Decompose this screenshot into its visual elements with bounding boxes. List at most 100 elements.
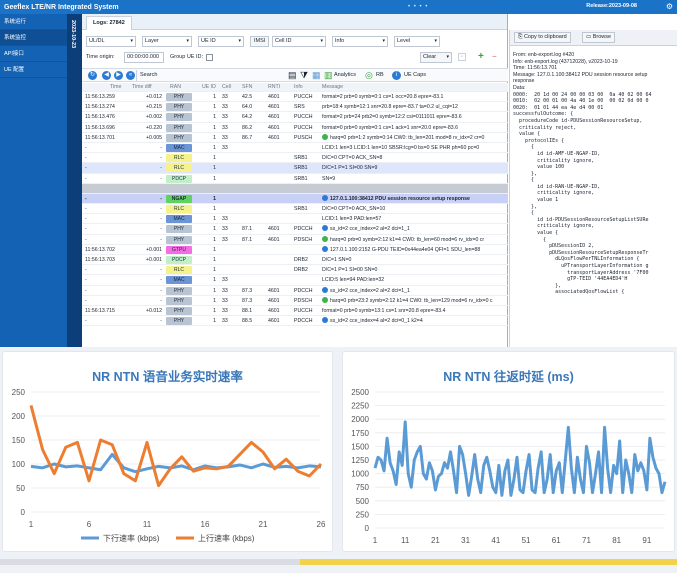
cell-message: ss_id=2 cce_index=4 al=2 dci=0_1 k2=4 xyxy=(322,316,508,326)
cell-cell: 33 xyxy=(222,124,228,131)
cell-sfn: 88.1 xyxy=(242,307,253,314)
chevron-down-icon: ▾ xyxy=(130,38,133,44)
column-header-cell[interactable]: Cell xyxy=(222,83,234,92)
table-row[interactable]: - - PDCP 1 SRB1 SN=9 xyxy=(82,174,508,184)
back-icon[interactable]: ◀ xyxy=(102,71,111,80)
filter-icon[interactable]: ⧩ xyxy=(300,70,308,81)
column-header-sfn[interactable]: SFN xyxy=(242,83,264,92)
table-row[interactable]: - - PHY 1 33 88.5 4601 PDCCH ss_id=2 cce_index=4… xyxy=(82,316,508,327)
message-status-icon xyxy=(322,317,328,324)
cell-message: format=0 prb=0 symb=0:1 cs=1 ack=1 snr=2… xyxy=(322,123,508,133)
column-header-ue-id[interactable]: UE ID xyxy=(202,83,216,92)
x-tick-label: 91 xyxy=(642,536,651,545)
table-row[interactable]: - - PHY 1 33 87.3 4601 PDCCH ss_id=2 cce_index=2… xyxy=(82,286,508,296)
browse-button[interactable]: ▭ Browse xyxy=(582,32,616,43)
first-page-icon[interactable]: « xyxy=(126,71,135,80)
info-select[interactable]: Info ▾ xyxy=(332,36,388,47)
column-header-ran[interactable]: RAN xyxy=(170,83,200,92)
column-header-message[interactable]: Message xyxy=(322,83,508,92)
settings-small-icon[interactable]: ◦ xyxy=(458,53,466,61)
column-header-info[interactable]: Info xyxy=(294,83,324,92)
refresh-icon[interactable]: ↻ xyxy=(88,71,97,80)
y-tick-label: 1750 xyxy=(351,429,369,438)
cell-time-diff: - xyxy=(160,267,162,274)
table-body: 11:56:13.259 +0.012 PHY 1 33 42.5 4601 PUCCH for… xyxy=(82,92,508,327)
cell-message: format=2 prb=24 prb2=0 symb=12:2 csi=011… xyxy=(322,112,508,122)
message-text: LCID:1 len=3 PAD:len=57 xyxy=(322,216,382,223)
table-row[interactable]: 11:56:13.715 +0.012 PHY 1 33 88.1 4601 PUCCH for… xyxy=(82,306,508,317)
print-icon[interactable]: ▤ xyxy=(288,70,297,81)
table-row[interactable]: - - RLC 1 SRB1 D/C=0 CPT=0 ACK_SN=8 xyxy=(82,153,508,164)
table-row[interactable]: - - MAC 1 33 LCID:5 len=94 PAD:len=32 xyxy=(82,275,508,286)
chevron-down-icon: ▾ xyxy=(382,38,385,44)
cell-cell: 33 xyxy=(222,104,228,111)
table-row[interactable]: 11:56:13.701 +0.005 PHY 1 33 86.7 4601 PUSCH har… xyxy=(82,133,508,143)
y-tick-label: 0 xyxy=(365,524,370,533)
forward-icon[interactable]: ▶ xyxy=(114,71,123,80)
table-row[interactable]: 11:56:13.259 +0.012 PHY 1 33 42.5 4601 PUCCH for… xyxy=(82,92,508,103)
analytics-button[interactable]: Analytics xyxy=(334,72,356,78)
column-header-rnti[interactable]: RNTI xyxy=(268,83,294,92)
y-tick-label: 2000 xyxy=(351,415,369,424)
cell-ue-id: 1 xyxy=(213,206,216,213)
layer-badge: PHY xyxy=(166,93,192,101)
cell-sfn: 87.3 xyxy=(242,287,253,294)
search-label[interactable]: Search xyxy=(140,72,157,78)
table-row[interactable]: - - PHY 1 33 87.1 4601 PDSCH harq=0 prb=0 symb=2… xyxy=(82,235,508,245)
sidebar-item-ue-config[interactable]: UE 配置 xyxy=(0,62,67,78)
cell-time: 11:56:13.702 xyxy=(85,246,115,253)
cell-id-select[interactable]: Cell ID ▾ xyxy=(272,36,326,47)
column-header-time-diff[interactable]: Time diff xyxy=(132,83,162,92)
cell-ue-id: 1 xyxy=(213,144,216,151)
cell-message: format=2 prb=0 symb=0:1 cs=1 occ=20.8 ep… xyxy=(322,92,508,102)
remove-icon[interactable]: − xyxy=(492,52,497,61)
table-row[interactable]: - - NGAP 1 127.0.1.100:38412 PDU session res… xyxy=(82,193,508,205)
add-icon[interactable]: + xyxy=(478,51,484,62)
sidebar-item-api[interactable]: API接口 xyxy=(0,46,67,62)
table-row[interactable]: - - MAC 1 33 LCID:1 len=3 PAD:len=57 xyxy=(82,214,508,225)
time-origin-input[interactable]: 00:00:00.000 xyxy=(124,52,164,63)
table-row[interactable]: 11:56:13.476 +0.002 PHY 1 33 64.2 4601 PUCCH for… xyxy=(82,112,508,123)
message-text: format=2 prb=24 prb2=0 symb=12:2 csi=011… xyxy=(322,114,462,121)
layer-badge: MAC xyxy=(166,215,192,224)
table-row[interactable]: - - MAC 1 33 LCID:1 len=3 LCID:1 len=10 SBSR:… xyxy=(82,143,508,154)
layer-badge: PHY xyxy=(166,306,192,315)
table-row[interactable]: - - RLC 1 SRB1 D/C=0 CPT=0 ACK_SN=10 xyxy=(82,204,508,215)
ue-id-select[interactable]: UE ID ▾ xyxy=(198,36,244,47)
ue-caps-button[interactable]: UE Caps xyxy=(404,72,426,78)
tab-logs[interactable]: Logs: 27842 xyxy=(86,16,132,30)
grid-icon[interactable]: ▦ xyxy=(312,70,321,81)
cell-message: D/C=0 CPT=0 ACK_SN=10 xyxy=(322,204,508,214)
chevron-down-icon: ▾ xyxy=(320,38,323,44)
cell-ue-id: 1 xyxy=(213,226,216,233)
rb-button[interactable]: RB xyxy=(376,72,384,78)
clear-select[interactable]: Clear ▾ xyxy=(420,52,452,63)
sidebar-item-system-monitor[interactable]: 系统监控 xyxy=(0,30,67,46)
cell-info: DRB2 xyxy=(294,257,308,263)
copy-to-clipboard-button[interactable]: ⎘ Copy to clipboard xyxy=(514,32,571,43)
table-row[interactable]: - - PHY 1 33 87.1 4601 PDCCH ss_id=2 cce_index=2… xyxy=(82,224,508,235)
group-ue-checkbox[interactable] xyxy=(206,54,213,61)
table-row[interactable]: - - RLC 1 SRB1 D/C=1 P=1 SI=00 SN=9 xyxy=(82,163,508,174)
x-tick-label: 71 xyxy=(582,536,591,545)
imsi-button[interactable]: IMSI xyxy=(250,36,270,47)
level-select[interactable]: Level ▾ xyxy=(394,36,440,47)
table-row[interactable]: - - RLC 1 DRB2 D/C=1 P=1 SI=00 SN=0 xyxy=(82,265,508,276)
cell-ue-id: 1 xyxy=(213,175,216,182)
detail-line: pDUSessionID 2, xyxy=(513,243,595,250)
table-row[interactable]: - - PHY 1 33 87.3 4601 PDSCH harq=0 prb=23:2 sym… xyxy=(82,296,508,306)
sidebar-item-system-run[interactable]: 系统运行 xyxy=(0,14,67,30)
gear-icon[interactable]: ⚙ xyxy=(666,2,673,11)
table-row[interactable]: 11:56:13.702 +0.001 GTPU 1 127.0.1.100:2152 … xyxy=(82,245,508,255)
layer-badge: RLC xyxy=(166,164,192,173)
cell-ue-id: 1 xyxy=(213,297,216,304)
layer-select[interactable]: Layer ▾ xyxy=(142,36,192,47)
table-row[interactable]: 11:56:13.696 +0.220 PHY 1 33 86.2 4601 PUCCH for… xyxy=(82,123,508,133)
detail-line: pDUSessionResourceSetupResponseTr xyxy=(513,249,649,256)
table-row[interactable]: 11:56:13.703 +0.001 PDCP 1 DRB2 D/C=1 SN=0 xyxy=(82,255,508,266)
copy-label: Copy to clipboard xyxy=(523,34,567,40)
table-row[interactable] xyxy=(82,183,508,194)
uldl-select[interactable]: UL/DL ▾ xyxy=(86,36,136,47)
table-row[interactable]: 11:56:13.274 +0.215 PHY 1 33 64.0 4601 SRS prb=1… xyxy=(82,102,508,113)
cell-sfn: 64.2 xyxy=(242,114,253,121)
